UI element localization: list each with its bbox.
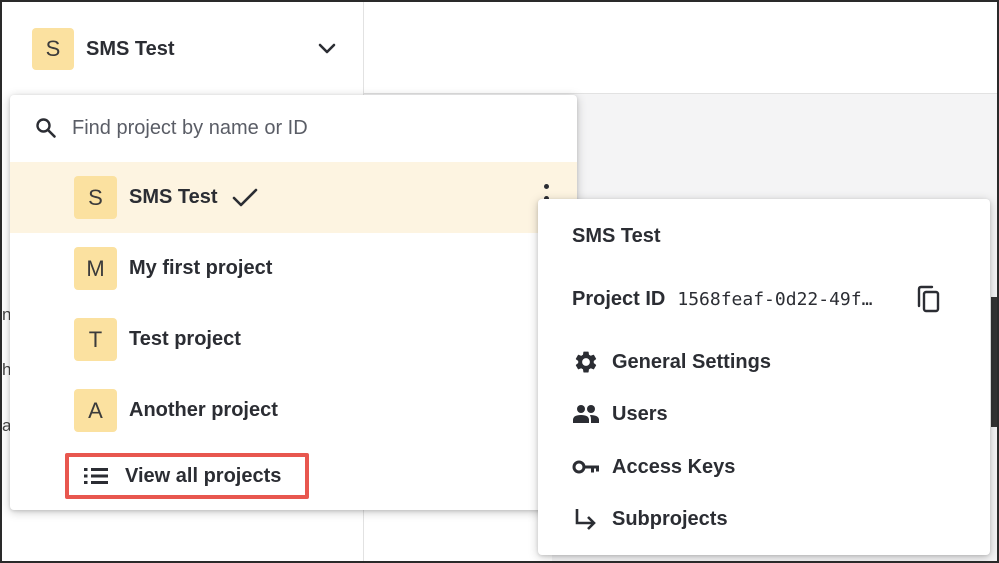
chevron-down-icon[interactable] [317,39,337,59]
project-name: Test project [129,328,241,350]
menu-item-label: General Settings [612,350,771,373]
project-item-sms-test[interactable]: S SMS Test [10,162,577,233]
gear-icon [572,350,600,374]
context-menu-title: SMS Test [572,225,661,247]
project-switcher[interactable]: S SMS Test [32,28,337,70]
project-name: My first project [129,257,273,279]
avatar: M [74,247,117,290]
view-all-projects-label: View all projects [125,464,282,487]
menu-item-access-keys[interactable]: Access Keys [572,452,735,482]
search-bar [10,95,577,161]
key-icon [572,455,600,479]
view-all-projects-button[interactable]: View all projects [65,453,309,499]
app-window: n h a S SMS Test S SMS Test [0,0,999,563]
avatar: S [32,28,74,70]
menu-item-label: Subprojects [612,507,728,530]
copy-icon[interactable] [915,285,941,313]
menu-item-label: Users [612,402,668,425]
checkmark-icon [232,188,257,206]
subdirectory-arrow-icon [572,507,600,531]
project-item-my-first-project[interactable]: M My first project [10,233,577,304]
project-id-row: Project ID 1568feaf-0d22-49f… [572,285,941,313]
project-dropdown: S SMS Test M My first project T Test pro… [10,95,577,510]
avatar: A [74,389,117,432]
header-divider [364,93,997,94]
avatar: T [74,318,117,361]
project-id-value: 1568feaf-0d22-49f… [677,288,873,310]
current-project-name: SMS Test [86,37,175,60]
project-item-another-project[interactable]: A Another project [10,375,577,446]
project-name: Another project [129,399,278,421]
menu-item-subprojects[interactable]: Subprojects [572,504,728,534]
avatar: S [74,176,117,219]
project-id-label: Project ID [572,287,666,310]
menu-item-general-settings[interactable]: General Settings [572,347,771,377]
search-icon [36,118,56,138]
project-item-test-project[interactable]: T Test project [10,304,577,375]
search-input[interactable] [72,116,512,140]
menu-item-users[interactable]: Users [572,399,668,429]
menu-item-label: Access Keys [612,455,736,478]
list-icon [84,468,108,484]
users-icon [572,402,600,426]
scrollbar[interactable] [991,297,997,427]
project-context-menu: SMS Test Project ID 1568feaf-0d22-49f… G… [538,199,990,555]
project-name: SMS Test [129,186,218,208]
